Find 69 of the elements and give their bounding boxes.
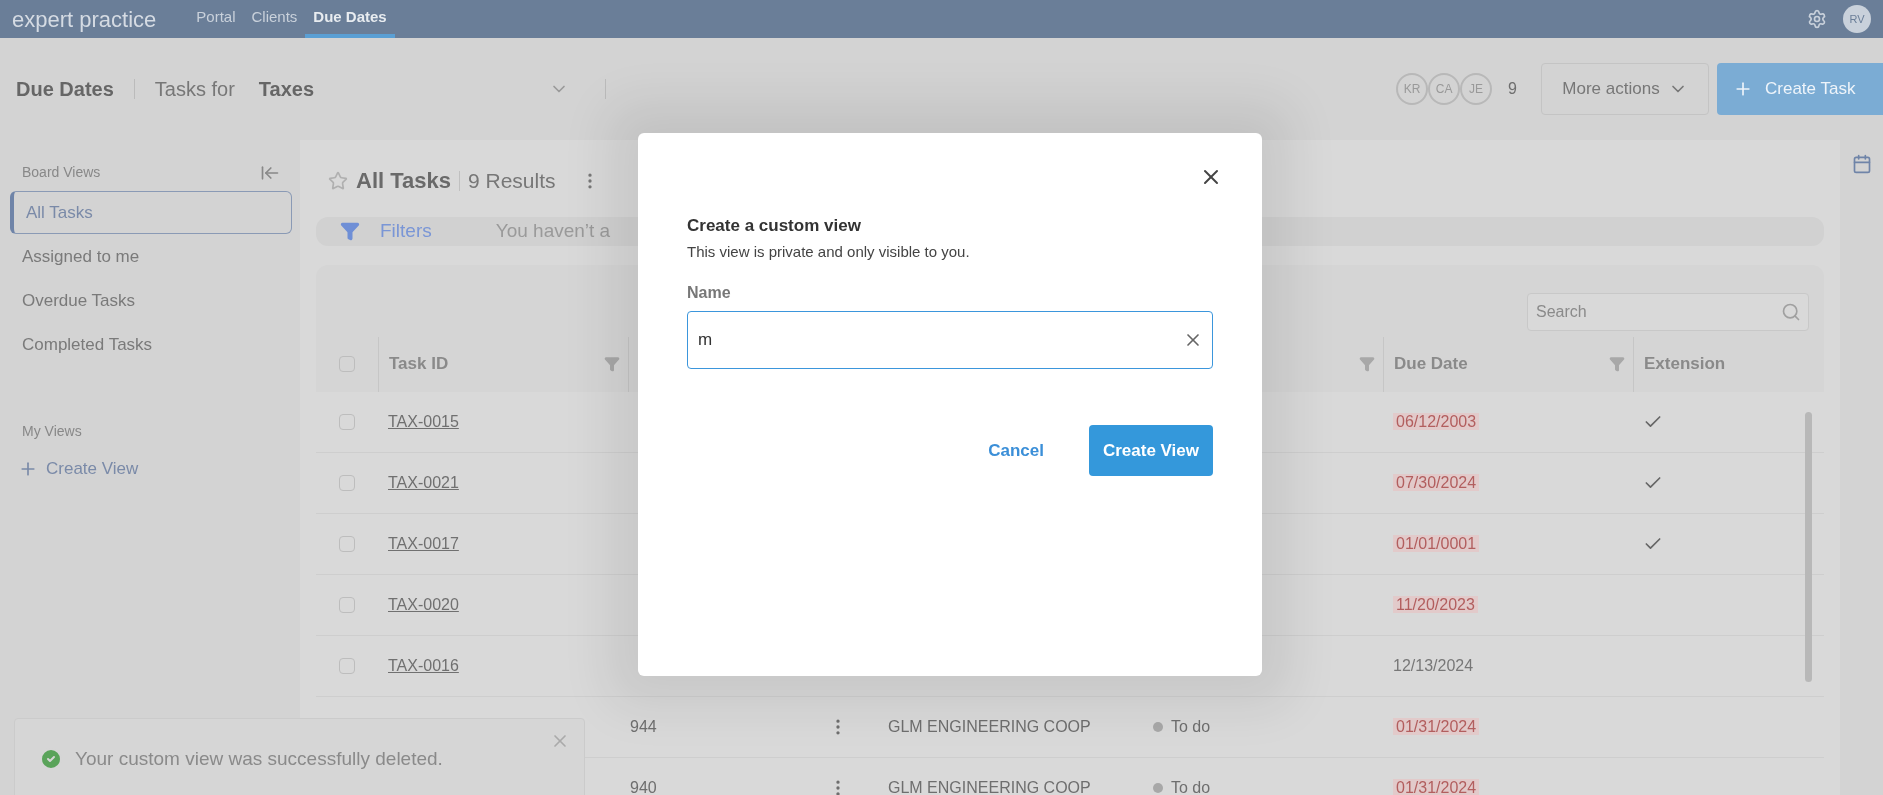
task-id-link[interactable]: TAX-0020 (388, 595, 459, 613)
cancel-button[interactable]: Cancel (988, 437, 1044, 464)
section-title: Board Views (22, 163, 101, 182)
task-id-link[interactable]: TAX-0016 (388, 656, 459, 674)
due-date: 06/12/2003 (1393, 412, 1480, 430)
table-cell: 940 (630, 778, 657, 795)
search-icon[interactable] (1781, 301, 1801, 322)
row-checkbox[interactable] (339, 413, 355, 430)
client-name: GLM ENGINEERING COOP (888, 778, 1091, 795)
section-title: My Views (21, 422, 83, 441)
nav-link[interactable]: Portal (188, 0, 244, 38)
board-dropdown[interactable]: Taxes (258, 74, 569, 104)
favorite-star-icon[interactable] (328, 170, 348, 191)
assignee-avatar[interactable]: JE (1460, 73, 1493, 105)
board-view-item[interactable]: Overdue Tasks (10, 279, 292, 322)
filter-icon[interactable] (340, 221, 360, 242)
task-id-link[interactable]: TAX-0017 (388, 534, 459, 552)
create-task-button[interactable]: Create Task (1717, 63, 1883, 115)
column-header[interactable]: Extension (1644, 351, 1726, 377)
tasks-for-label: Tasks for (154, 77, 235, 102)
due-date: 01/01/0001 (1393, 534, 1480, 552)
more-actions-button[interactable]: More actions (1541, 63, 1709, 115)
filter-icon[interactable] (1609, 356, 1625, 372)
due-date: 07/30/2024 (1393, 473, 1480, 491)
dialog-subtitle: This view is private and only visible to you. (687, 241, 971, 262)
results-count: 9 Results (468, 167, 556, 194)
calendar-icon[interactable] (1851, 154, 1872, 174)
status-label: To do (1171, 777, 1211, 795)
due-date: 12/13/2024 (1393, 656, 1474, 674)
search-field[interactable]: Search (1527, 292, 1809, 331)
board-view-item[interactable]: Assigned to me (10, 235, 292, 278)
due-date: 01/31/2024 (1393, 778, 1480, 795)
board-view-item[interactable]: All Tasks (10, 191, 292, 234)
success-icon (39, 747, 63, 771)
due-date: 01/31/2024 (1393, 717, 1480, 735)
assignee-avatar[interactable]: KR (1396, 73, 1429, 105)
nav-link[interactable]: Due Dates (305, 0, 395, 38)
logo[interactable]: expert practice (12, 2, 157, 36)
dialog-title: Create a custom view (687, 215, 862, 237)
filters-label[interactable]: Filters (380, 217, 432, 246)
name-input-field[interactable]: m (687, 311, 1213, 369)
toast-message: Your custom view was successfully deleted. (75, 746, 443, 771)
nav-link[interactable]: Clients (243, 0, 306, 38)
assignee-avatar[interactable]: CA (1428, 73, 1461, 105)
create-view-button[interactable]: Create View (1088, 425, 1213, 476)
client-name: GLM ENGINEERING COOP (888, 717, 1091, 735)
column-header[interactable]: Due Date (1394, 351, 1468, 377)
field-label: Name (687, 283, 732, 303)
settings-icon[interactable] (1807, 9, 1827, 29)
user-avatar[interactable]: RV (1843, 5, 1871, 33)
table-cell: 944 (630, 717, 657, 735)
row-checkbox[interactable] (339, 657, 355, 674)
row-checkbox[interactable] (339, 596, 355, 613)
select-all-checkbox[interactable] (339, 356, 355, 372)
filter-icon[interactable] (1359, 356, 1375, 372)
board-view-item[interactable]: Completed Tasks (10, 323, 292, 366)
status-label: To do (1171, 716, 1211, 737)
create-view-link[interactable]: Create View (18, 456, 292, 482)
scrollbar[interactable] (1805, 411, 1812, 682)
task-id-link[interactable]: TAX-0021 (388, 473, 459, 491)
column-header[interactable]: Task ID (389, 351, 449, 377)
filter-icon[interactable] (604, 356, 620, 372)
row-checkbox[interactable] (339, 535, 355, 552)
row-checkbox[interactable] (339, 474, 355, 491)
page-title: Due Dates (16, 77, 114, 102)
due-date: 11/20/2023 (1393, 595, 1478, 613)
board-title: All Tasks (356, 167, 451, 195)
task-id-link[interactable]: TAX-0015 (388, 412, 459, 430)
assignee-count: 9 (1508, 79, 1517, 99)
